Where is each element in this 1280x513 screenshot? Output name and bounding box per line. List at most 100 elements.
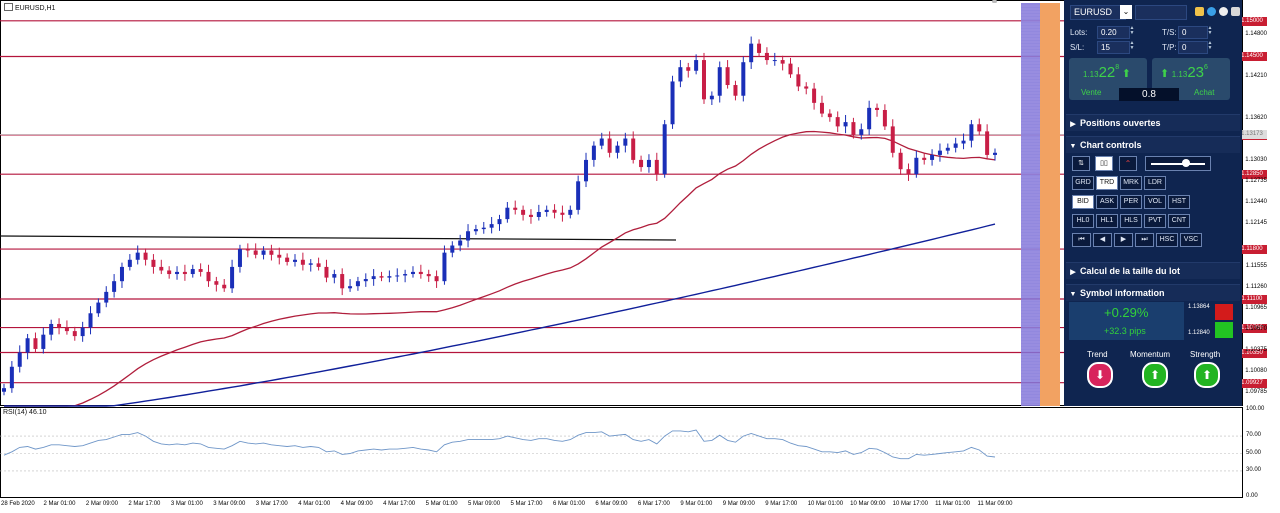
rsi-indicator bbox=[0, 429, 1243, 472]
candle-body bbox=[80, 327, 85, 337]
control-button-mrk[interactable]: MRK bbox=[1120, 176, 1142, 190]
buy-price-prefix: 1.13 bbox=[1171, 70, 1188, 79]
candle-body bbox=[843, 122, 848, 127]
control-button-⏭[interactable]: ⏭ bbox=[1135, 233, 1154, 247]
control-button-vol[interactable]: VOL bbox=[1144, 195, 1166, 209]
tp-stepper[interactable]: ▲ ▼ bbox=[1207, 41, 1213, 52]
time-tick-label: 2 Mar 17:00 bbox=[128, 501, 161, 507]
control-button-◀[interactable]: ◀ bbox=[1093, 233, 1112, 247]
price-tick-label: 1.12735 bbox=[1245, 178, 1267, 185]
candle-body bbox=[528, 214, 533, 217]
candle-body bbox=[615, 145, 620, 153]
control-button-hl0[interactable]: HL0 bbox=[1072, 214, 1094, 228]
candle-body bbox=[686, 67, 691, 71]
symbol-extra-field[interactable] bbox=[1135, 5, 1187, 20]
price-tick-label: 1.11260 bbox=[1245, 283, 1267, 290]
time-tick-label: 28 Feb 2020 bbox=[1, 501, 35, 507]
candle-body bbox=[324, 266, 329, 278]
candle-body bbox=[261, 250, 266, 255]
candle-body bbox=[623, 138, 628, 146]
control-button-ldr[interactable]: LDR bbox=[1144, 176, 1166, 190]
candle-body bbox=[363, 279, 368, 282]
control-button-cnt[interactable]: CNT bbox=[1168, 214, 1190, 228]
candle-body bbox=[458, 240, 463, 246]
control-button-hls[interactable]: HLS bbox=[1120, 214, 1142, 228]
time-tick-label: 11 Mar 01:00 bbox=[935, 501, 970, 507]
candle-body bbox=[639, 159, 644, 168]
ts-stepper[interactable]: ▲ ▼ bbox=[1207, 26, 1213, 37]
change-pips: +32.3 pips bbox=[1104, 326, 1146, 336]
control-button-ask[interactable]: ASK bbox=[1096, 195, 1118, 209]
candle-body bbox=[151, 259, 156, 267]
section-lot-calc[interactable]: ▶ Calcul de la taille du lot bbox=[1066, 262, 1240, 279]
control-button-vsc[interactable]: VSC bbox=[1180, 233, 1202, 247]
low-value: 1.12840 bbox=[1188, 330, 1210, 336]
strength-up-arrow-icon: ⬆ bbox=[1194, 362, 1220, 388]
control-button-per[interactable]: PER bbox=[1120, 195, 1142, 209]
candle-body bbox=[654, 159, 659, 175]
ts-input[interactable]: 0 bbox=[1178, 26, 1208, 39]
close-icon[interactable] bbox=[1231, 7, 1240, 16]
chart-menu-icon[interactable] bbox=[4, 3, 13, 11]
candle-body bbox=[898, 152, 903, 170]
candle-type-icon[interactable]: ▯▯ bbox=[1095, 156, 1113, 171]
chart-close-icon[interactable] bbox=[992, 0, 997, 3]
candle-body bbox=[521, 209, 526, 215]
candle-body bbox=[253, 250, 258, 255]
buy-price-sup: 6 bbox=[1204, 64, 1208, 71]
symbol-dropdown-button[interactable]: ⌄ bbox=[1120, 5, 1132, 19]
chevron-down-icon: ▼ bbox=[1069, 143, 1077, 150]
chart-symbol-title: EURUSD,H1 bbox=[4, 3, 55, 12]
sl-stepper[interactable]: ▲ ▼ bbox=[1129, 41, 1135, 52]
zoom-slider[interactable] bbox=[1145, 156, 1211, 171]
control-button-hst[interactable]: HST bbox=[1168, 195, 1190, 209]
lots-stepper[interactable]: ▲ ▼ bbox=[1129, 26, 1135, 37]
up-caret-icon[interactable]: ⌃ bbox=[1119, 156, 1137, 171]
price-tick-label: 1.14800 bbox=[1245, 31, 1267, 38]
trend-toggle-icon[interactable]: ⇅ bbox=[1072, 156, 1090, 171]
control-button-grd[interactable]: GRD bbox=[1072, 176, 1094, 190]
candle-body bbox=[576, 181, 581, 210]
settings-icon[interactable] bbox=[1207, 7, 1216, 16]
zoom-slider-track bbox=[1151, 163, 1205, 165]
control-button-⏮[interactable]: ⏮ bbox=[1072, 233, 1091, 247]
rsi-tick-label: 50.00 bbox=[1246, 449, 1262, 456]
control-button-hsc[interactable]: HSC bbox=[1156, 233, 1178, 247]
sl-input[interactable]: 15 bbox=[1097, 41, 1130, 54]
candle-body bbox=[717, 67, 722, 96]
candle-body bbox=[584, 159, 589, 182]
ts-label: T/S: bbox=[1162, 28, 1177, 37]
time-tick-label: 10 Mar 17:00 bbox=[892, 501, 928, 507]
trading-panel: EURUSD ⌄ Lots: 0.20 ▲ ▼ T/S: 0 ▲ ▼ S/L: 15… bbox=[1064, 0, 1242, 406]
candle-body bbox=[112, 281, 117, 292]
info-icon[interactable] bbox=[1219, 7, 1228, 16]
time-tick-label: 4 Mar 01:00 bbox=[298, 501, 331, 507]
candle-body bbox=[340, 274, 345, 289]
price-tick-label: 1.14210 bbox=[1245, 73, 1267, 80]
control-button-hl1[interactable]: HL1 bbox=[1096, 214, 1118, 228]
zoom-slider-thumb[interactable] bbox=[1182, 159, 1190, 167]
tp-input[interactable]: 0 bbox=[1178, 41, 1208, 54]
control-button-bid[interactable]: BID bbox=[1072, 195, 1094, 209]
candle-body bbox=[993, 152, 997, 155]
copy-icon[interactable] bbox=[1195, 7, 1204, 16]
section-chart-controls[interactable]: ▼ Chart controls bbox=[1066, 136, 1240, 153]
section-symbol-info[interactable]: ▼ Symbol information bbox=[1066, 284, 1240, 301]
section-open-positions[interactable]: ▶ Positions ouvertes bbox=[1066, 114, 1240, 131]
candle-body bbox=[859, 129, 864, 135]
price-tick-label: 1.13620 bbox=[1245, 115, 1267, 122]
lots-input[interactable]: 0.20 bbox=[1097, 26, 1130, 39]
candle-body bbox=[387, 276, 392, 278]
tp-label: T/P: bbox=[1162, 43, 1177, 52]
sell-price: 1.13228 ⬆ bbox=[1083, 64, 1131, 81]
candle-body bbox=[890, 126, 895, 153]
candle-body bbox=[285, 257, 290, 262]
price-tick-label: 1.12145 bbox=[1245, 220, 1267, 227]
symbol-select[interactable]: EURUSD bbox=[1070, 5, 1126, 20]
control-button-▶[interactable]: ▶ bbox=[1114, 233, 1133, 247]
control-button-pvt[interactable]: PVT bbox=[1144, 214, 1166, 228]
candle-body bbox=[969, 124, 974, 141]
candle-body bbox=[308, 263, 313, 265]
time-tick-label: 3 Mar 17:00 bbox=[255, 501, 288, 507]
control-button-trd[interactable]: TRD bbox=[1096, 176, 1118, 190]
